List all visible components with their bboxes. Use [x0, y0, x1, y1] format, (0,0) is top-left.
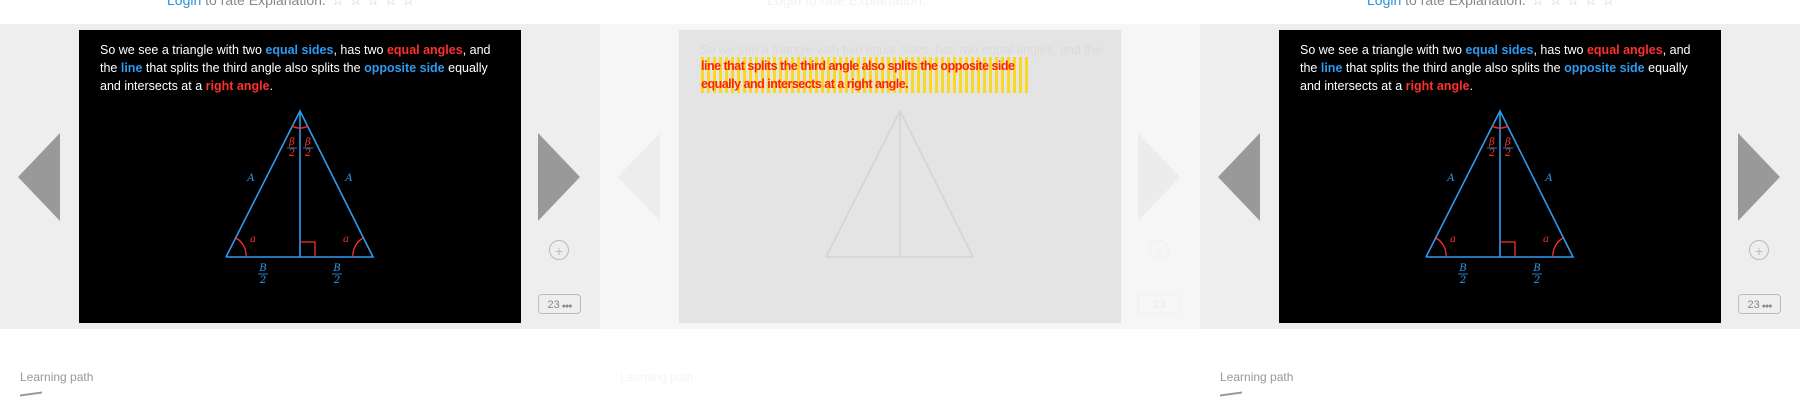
right-angle-marker [1500, 241, 1516, 257]
half-apex-den-right: 2 [304, 148, 311, 159]
half-apex-num-right: β [1504, 137, 1511, 148]
dots-icon: ●●● [1761, 303, 1773, 310]
dots-icon: ●●● [561, 303, 573, 310]
comment-count-badge[interactable]: 23 ●●● [538, 294, 581, 314]
half-base-num-right: B [332, 263, 340, 274]
count-value: 23 [1747, 299, 1760, 311]
half-apex-den-left: 2 [288, 148, 295, 159]
explanation-slide: So we see a triangle with two equal side… [1279, 30, 1721, 323]
right-base-angle-arc [352, 237, 364, 258]
base-angle-label-right: a [343, 234, 349, 245]
left-base-angle-arc [235, 237, 247, 258]
base-angle-label-left: a [250, 234, 256, 245]
plus-circle-icon[interactable]: + [1749, 240, 1769, 260]
right-angle-marker [300, 241, 316, 257]
side-label-right: A [344, 173, 352, 184]
isosceles-triangle-diagram: A A a a β 2 β 2 B 2 B 2 [225, 109, 375, 286]
base-angle-label-left: a [1450, 234, 1456, 245]
half-base-num-right: B [1532, 263, 1540, 274]
rate-line: Login to rate Explanation. ☆☆☆☆☆ [1367, 0, 1620, 9]
next-slide-button[interactable] [1738, 133, 1780, 221]
learning-path-label[interactable]: Learning path [1220, 370, 1293, 384]
explanation-panel: Login to rate Explanation. ☆☆☆☆☆ So we se… [1200, 0, 1800, 400]
count-value: 23 [547, 299, 560, 311]
comment-count-badge[interactable]: 23 [1138, 294, 1181, 314]
next-slide-button[interactable] [538, 133, 580, 221]
half-apex-den-left: 2 [1488, 148, 1495, 159]
rate-text: to rate Explanation. [201, 0, 326, 8]
half-apex-num-right: β [304, 137, 311, 148]
learning-path-icon [1220, 391, 1242, 400]
rate-text: to rate Explanation. [1401, 0, 1526, 8]
rating-stars[interactable]: ☆☆☆☆☆ [332, 0, 420, 8]
explanation-slide: So we see a triangle with two equal side… [79, 30, 521, 323]
comment-count-badge[interactable]: 23 ●●● [1738, 294, 1781, 314]
half-apex-num-left: β [1488, 137, 1495, 148]
rate-text: to rate Explanation. [801, 0, 926, 8]
rating-bar: Login to rate Explanation. ☆☆☆☆☆ [0, 0, 600, 24]
left-base-angle-arc [1435, 237, 1447, 258]
side-label-right: A [1544, 173, 1552, 184]
half-apex-num-left: β [288, 137, 295, 148]
prev-slide-button[interactable] [1218, 133, 1260, 221]
half-base-den-left: 2 [259, 275, 266, 286]
glitched-text: line that splits the third angle also sp… [701, 57, 1031, 93]
login-link[interactable]: Login [167, 0, 201, 8]
explanation-panel: Login to rate Explanation. ☆☆☆☆☆ So we se… [0, 0, 600, 400]
half-base-num-left: B [258, 263, 266, 274]
base-angle-label-right: a [1543, 234, 1549, 245]
rating-stars[interactable]: ☆☆☆☆☆ [1532, 0, 1620, 8]
prev-slide-button[interactable] [18, 133, 60, 221]
login-link[interactable]: Login [767, 0, 801, 8]
half-base-den-right: 2 [333, 275, 340, 286]
learning-path-icon [20, 391, 42, 400]
learning-path-label[interactable]: Learning path [20, 370, 93, 384]
plus-circle-icon[interactable]: + [1149, 240, 1169, 260]
plus-circle-icon[interactable]: + [549, 240, 569, 260]
rate-line: Login to rate Explanation. ☆☆☆☆☆ [167, 0, 420, 9]
rating-bar: Login to rate Explanation. ☆☆☆☆☆ [1200, 0, 1800, 24]
rate-line: Login to rate Explanation. [767, 0, 926, 8]
side-label-left: A [246, 173, 254, 184]
next-slide-button[interactable] [1138, 133, 1180, 221]
learning-path-label[interactable]: Learning path [620, 370, 693, 384]
isosceles-triangle-diagram: A A a a β 2 β 2 B 2 B 2 [1425, 109, 1575, 286]
right-base-angle-arc [1552, 237, 1564, 258]
half-base-den-right: 2 [1533, 275, 1540, 286]
explanation-panel-faded: Login to rate Explanation. + 23 Learning… [600, 0, 1200, 400]
login-link[interactable]: Login [1367, 0, 1401, 8]
half-apex-den-right: 2 [1504, 148, 1511, 159]
count-value: 23 [1153, 299, 1166, 311]
prev-slide-button[interactable] [618, 133, 660, 221]
half-base-den-left: 2 [1459, 275, 1466, 286]
half-base-num-left: B [1458, 263, 1466, 274]
side-label-left: A [1446, 173, 1454, 184]
